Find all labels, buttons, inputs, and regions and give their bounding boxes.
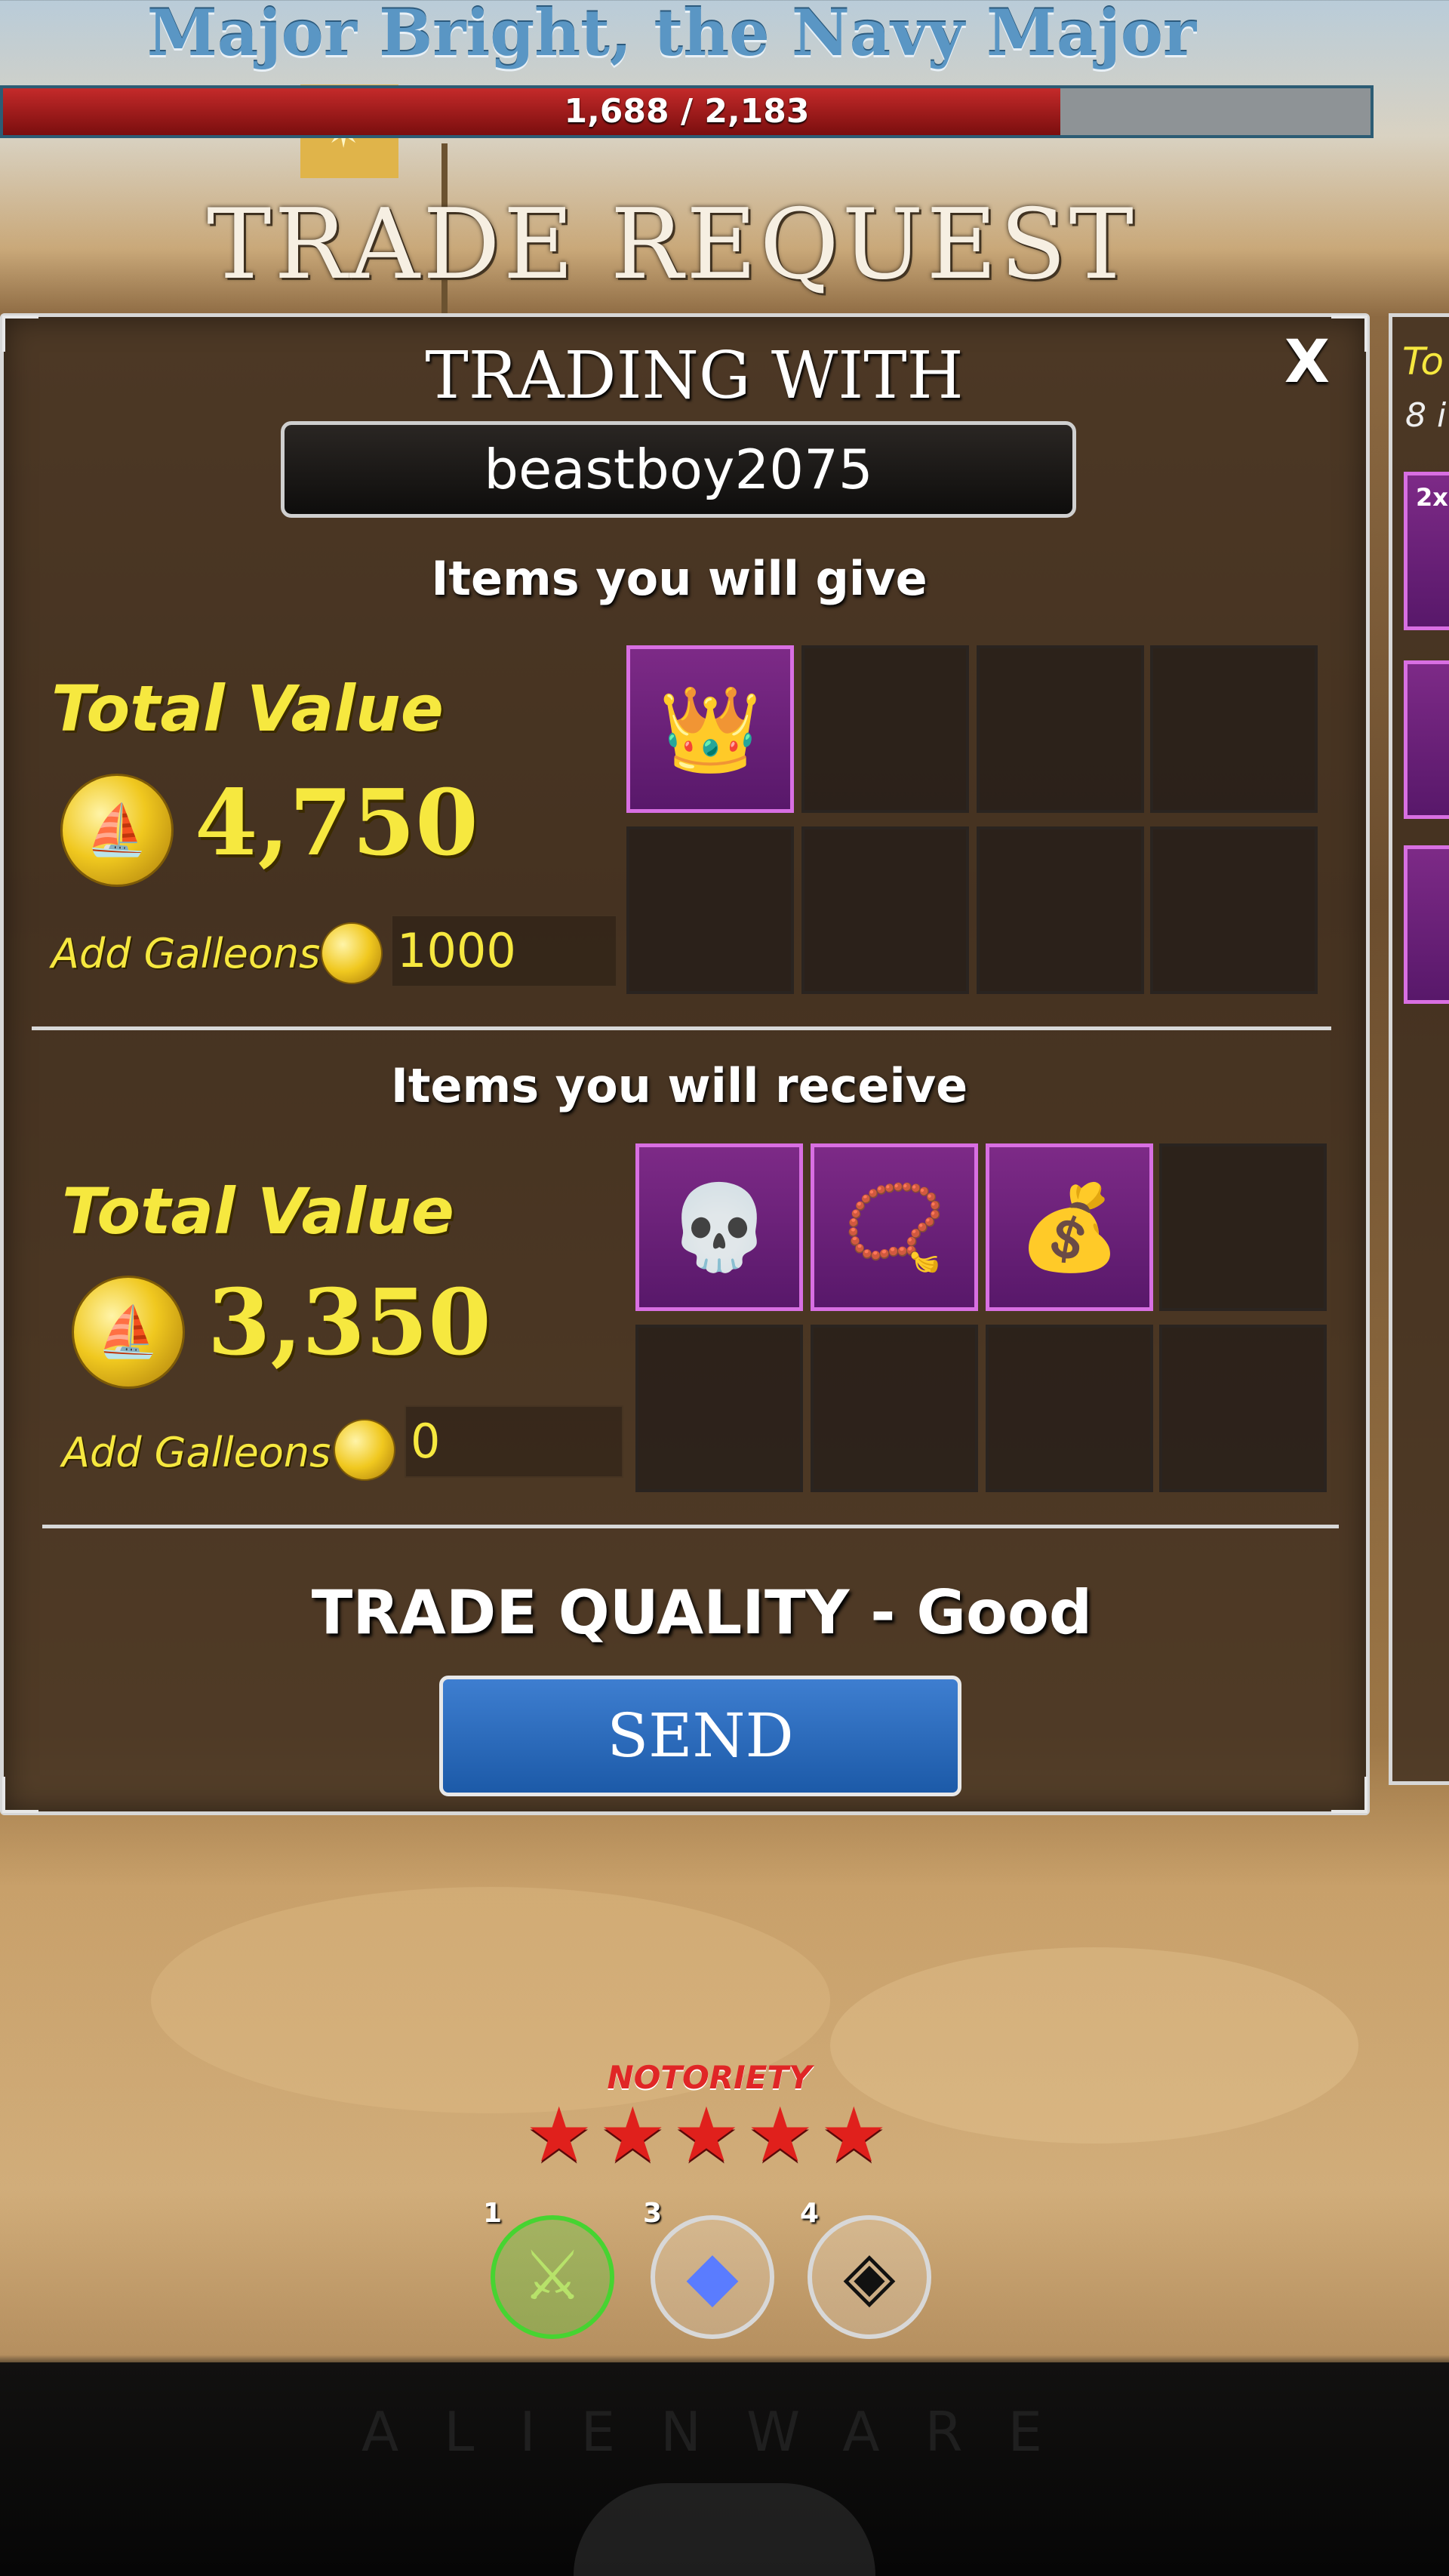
hotbar-key-label: 1 bbox=[483, 2198, 503, 2229]
trade-quality-text: TRADE QUALITY - Good bbox=[311, 1577, 1093, 1648]
boss-name: Major Bright, the Navy Major bbox=[146, 0, 1197, 70]
receive-item-slot[interactable] bbox=[811, 1325, 978, 1492]
trade-request-title: TRADE REQUEST bbox=[206, 189, 1137, 301]
receive-add-galleons-label: Add Galleons bbox=[62, 1429, 331, 1476]
boss-health-text: 1,688 / 2,183 bbox=[564, 92, 810, 131]
tiara-icon: 👑 bbox=[658, 681, 762, 777]
receive-item-slot[interactable]: 💀 bbox=[635, 1143, 803, 1311]
item-quantity-badge: 2x bbox=[1416, 483, 1448, 512]
receive-item-slot[interactable] bbox=[635, 1325, 803, 1492]
section-divider bbox=[32, 1026, 1331, 1030]
give-galleons-input[interactable]: 1000 bbox=[391, 915, 617, 987]
receive-item-slot[interactable] bbox=[1159, 1325, 1327, 1492]
monitor-stand bbox=[574, 2483, 875, 2576]
hotbar-slot-crystal[interactable]: ◆ bbox=[651, 2215, 774, 2339]
trade-partner-name: beastboy2075 bbox=[281, 421, 1076, 518]
necklace-icon: 📿 bbox=[842, 1179, 946, 1276]
give-item-slot[interactable] bbox=[801, 645, 969, 813]
receive-item-slot[interactable] bbox=[986, 1325, 1153, 1492]
galleon-coin-icon: ⛵ bbox=[60, 774, 174, 887]
notoriety-stars: ★★★★★ bbox=[525, 2091, 894, 2179]
secondary-panel-title: To bbox=[1402, 340, 1444, 383]
receive-galleons-input[interactable]: 0 bbox=[405, 1405, 623, 1478]
give-item-slot[interactable] bbox=[1150, 826, 1318, 994]
send-button[interactable]: SEND bbox=[439, 1676, 961, 1796]
trading-with-label: TRADING WITH bbox=[425, 338, 964, 414]
receive-total-value-label: Total Value bbox=[62, 1174, 454, 1248]
coin-pouch-icon: 💰 bbox=[1017, 1179, 1121, 1276]
hotbar-key-label: 3 bbox=[643, 2198, 663, 2229]
panel-corner bbox=[2, 1777, 38, 1813]
give-item-slot[interactable] bbox=[1150, 645, 1318, 813]
panel-corner bbox=[1331, 1777, 1367, 1813]
vortex-icon: ◈ bbox=[843, 2236, 896, 2316]
hotbar-slot-sword[interactable]: ⚔ bbox=[491, 2215, 614, 2339]
give-item-slot[interactable]: 👑 bbox=[626, 645, 794, 813]
receive-total-value: 3,350 bbox=[208, 1270, 491, 1376]
give-add-galleons-label: Add Galleons bbox=[51, 930, 321, 977]
give-item-slot[interactable] bbox=[977, 645, 1144, 813]
skull-crown-icon: 💀 bbox=[667, 1179, 771, 1276]
galleon-coin-icon: ⛵ bbox=[72, 1276, 185, 1389]
crystal-icon: ◆ bbox=[686, 2236, 739, 2316]
receive-section-label: Items you will receive bbox=[390, 1058, 968, 1113]
hotbar-slot-vortex[interactable]: ◈ bbox=[808, 2215, 931, 2339]
receive-item-slot[interactable] bbox=[1159, 1143, 1327, 1311]
give-section-label: Items you will give bbox=[431, 551, 928, 606]
give-total-value: 4,750 bbox=[195, 770, 478, 876]
galleon-coin-icon bbox=[321, 922, 383, 984]
section-divider bbox=[42, 1525, 1339, 1528]
galleon-coin-icon bbox=[334, 1419, 395, 1481]
receive-item-slot[interactable]: 💰 bbox=[986, 1143, 1153, 1311]
give-total-value-label: Total Value bbox=[51, 672, 444, 746]
secondary-item-slot[interactable] bbox=[1404, 845, 1449, 1004]
secondary-panel-subtitle: 8 i bbox=[1405, 396, 1447, 435]
give-item-slot[interactable] bbox=[977, 826, 1144, 994]
hotbar-key-label: 4 bbox=[800, 2198, 820, 2229]
sword-icon: ⚔ bbox=[521, 2236, 583, 2316]
give-item-slot[interactable] bbox=[626, 826, 794, 994]
receive-item-slot[interactable]: 📿 bbox=[811, 1143, 978, 1311]
give-item-slot[interactable] bbox=[801, 826, 969, 994]
monitor-brand: ALIENWARE bbox=[361, 2400, 1088, 2464]
secondary-item-slot[interactable] bbox=[1404, 660, 1449, 819]
boss-health-bar: 1,688 / 2,183 bbox=[0, 85, 1374, 138]
